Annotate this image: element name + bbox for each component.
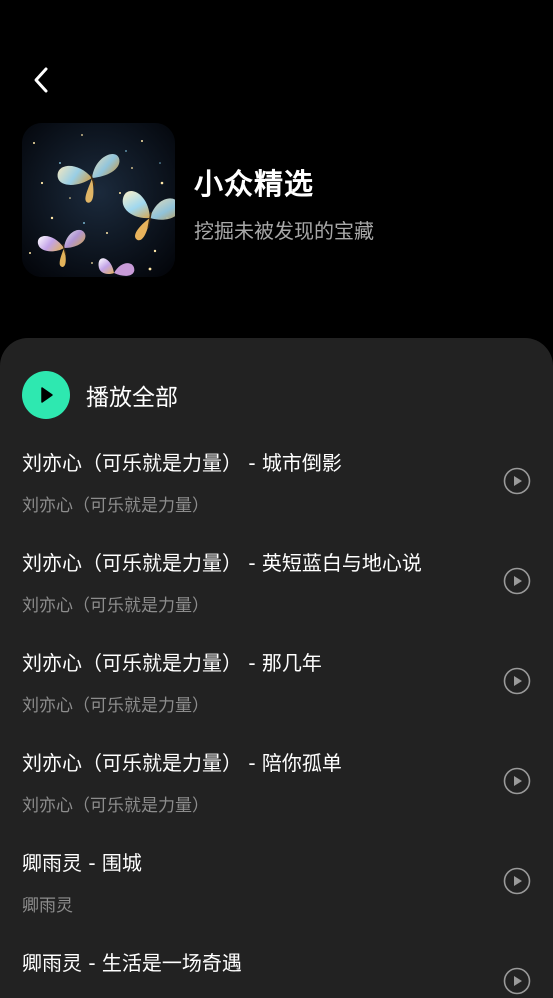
play-all-icon-circle [22, 371, 70, 419]
back-button[interactable] [28, 62, 54, 98]
song-artist: 卿雨灵 [22, 896, 73, 916]
play-icon [41, 387, 53, 403]
song-title: 刘亦心（可乐就是力量） - 陪你孤单 [22, 751, 342, 775]
song-artist: 刘亦心（可乐就是力量） [22, 696, 209, 716]
song-title: 刘亦心（可乐就是力量） - 英短蓝白与地心说 [22, 551, 422, 575]
song-item[interactable]: 刘亦心（可乐就是力量） - 那几年 刘亦心（可乐就是力量） [0, 630, 553, 730]
play-circle-icon[interactable] [503, 467, 531, 495]
playlist-subtitle: 挖掘未被发现的宝藏 [194, 219, 374, 243]
song-item[interactable]: 刘亦心（可乐就是力量） - 英短蓝白与地心说 刘亦心（可乐就是力量） [0, 530, 553, 630]
song-list: 刘亦心（可乐就是力量） - 城市倒影 刘亦心（可乐就是力量） 刘亦心（可乐就是力… [0, 430, 553, 998]
song-artist: 刘亦心（可乐就是力量） [22, 796, 209, 816]
butterfly-artwork [22, 123, 175, 277]
play-circle-icon[interactable] [503, 667, 531, 695]
play-circle-icon[interactable] [503, 567, 531, 595]
song-item[interactable]: 刘亦心（可乐就是力量） - 陪你孤单 刘亦心（可乐就是力量） [0, 730, 553, 830]
playlist-cover-image[interactable] [22, 123, 175, 277]
chevron-left-icon [34, 67, 48, 93]
song-item[interactable]: 刘亦心（可乐就是力量） - 城市倒影 刘亦心（可乐就是力量） [0, 430, 553, 530]
playlist-header: 小众精选 挖掘未被发现的宝藏 [22, 123, 532, 277]
song-artist: 刘亦心（可乐就是力量） [22, 496, 209, 516]
song-panel: 播放全部 刘亦心（可乐就是力量） - 城市倒影 刘亦心（可乐就是力量） 刘亦心（… [0, 338, 553, 998]
song-title: 卿雨灵 - 生活是一场奇遇 [22, 951, 242, 975]
song-title: 卿雨灵 - 围城 [22, 851, 142, 875]
playlist-title: 小众精选 [194, 167, 315, 201]
play-circle-icon[interactable] [503, 867, 531, 895]
play-all-label: 播放全部 [86, 385, 178, 411]
play-circle-icon[interactable] [503, 767, 531, 795]
song-title: 刘亦心（可乐就是力量） - 城市倒影 [22, 451, 342, 475]
song-artist: 刘亦心（可乐就是力量） [22, 596, 209, 616]
song-title: 刘亦心（可乐就是力量） - 那几年 [22, 651, 322, 675]
play-circle-icon[interactable] [503, 967, 531, 995]
song-item[interactable]: 卿雨灵 - 生活是一场奇遇 [0, 930, 553, 998]
song-item[interactable]: 卿雨灵 - 围城 卿雨灵 [0, 830, 553, 930]
play-all-button[interactable]: 播放全部 [22, 371, 178, 419]
